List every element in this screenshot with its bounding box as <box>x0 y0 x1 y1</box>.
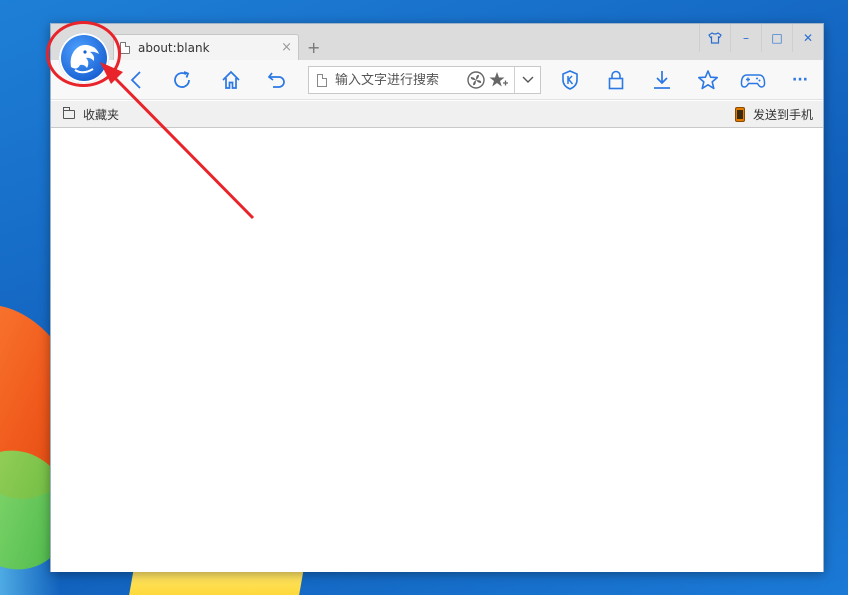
phone-icon <box>734 107 745 122</box>
download-button[interactable] <box>648 66 676 94</box>
maximize-button[interactable]: □ <box>761 24 792 52</box>
annotation-circle <box>46 21 121 87</box>
folder-icon <box>63 106 75 119</box>
browser-window: about:blank × + – □ ✕ 输入文字进行搜索 ··· 收藏夹 发… <box>50 23 824 572</box>
home-button[interactable] <box>217 66 245 94</box>
page-icon <box>120 41 130 54</box>
window-controls: – □ ✕ <box>699 24 823 52</box>
send-to-phone-label: 发送到手机 <box>752 108 813 122</box>
gamepad-icon <box>740 74 766 88</box>
skin-button[interactable] <box>699 24 730 52</box>
favorites-button[interactable] <box>694 66 722 94</box>
fan-button[interactable] <box>466 70 486 90</box>
shirt-icon <box>708 32 722 44</box>
lock-icon <box>608 70 624 90</box>
undo-close-button[interactable] <box>263 66 291 94</box>
favorites-bar: 收藏夹 发送到手机 <box>51 101 823 128</box>
back-icon <box>130 71 141 89</box>
title-bar: about:blank × + – □ ✕ <box>51 24 823 60</box>
address-bar <box>308 66 541 94</box>
game-center-button[interactable] <box>739 66 767 94</box>
bookmark-add-button[interactable] <box>489 70 509 90</box>
undo-icon <box>267 72 285 88</box>
security-button[interactable] <box>556 66 584 94</box>
star-add-icon <box>489 72 508 87</box>
privacy-lock-button[interactable] <box>602 66 630 94</box>
refresh-button[interactable] <box>168 66 196 94</box>
home-icon <box>222 70 240 89</box>
shield-k-icon <box>562 70 578 90</box>
chevron-down-icon <box>522 76 533 83</box>
send-to-phone-button[interactable]: 发送到手机 <box>734 106 813 123</box>
download-icon <box>654 71 670 89</box>
fan-icon <box>467 71 485 89</box>
more-icon: ··· <box>792 72 808 88</box>
tab-close-icon[interactable]: × <box>281 40 292 55</box>
desktop-yellow-shape <box>126 570 304 595</box>
minimize-button[interactable]: – <box>730 24 761 52</box>
baidu-watermark: Baidu 经验 jingyan.baidu.com <box>650 505 825 571</box>
close-button[interactable]: ✕ <box>792 24 823 52</box>
back-button[interactable] <box>123 66 151 94</box>
watermark-suffix: 经验 <box>768 510 825 543</box>
tab-title: about:blank <box>138 40 210 55</box>
address-dropdown-button[interactable] <box>514 67 540 93</box>
navigation-toolbar: ··· <box>51 60 823 100</box>
page-icon <box>317 73 327 87</box>
search-input[interactable] <box>335 72 463 88</box>
tab-about-blank[interactable]: about:blank × <box>113 34 299 60</box>
more-menu-button[interactable]: ··· <box>786 66 814 94</box>
watermark-brand: Baidu <box>650 505 765 545</box>
favorites-folder[interactable]: 收藏夹 <box>63 106 119 123</box>
new-tab-button[interactable]: + <box>307 38 320 57</box>
star-icon <box>698 70 718 90</box>
favorites-folder-label: 收藏夹 <box>83 107 120 122</box>
watermark-url: jingyan.baidu.com <box>654 555 801 571</box>
refresh-icon <box>174 71 190 88</box>
